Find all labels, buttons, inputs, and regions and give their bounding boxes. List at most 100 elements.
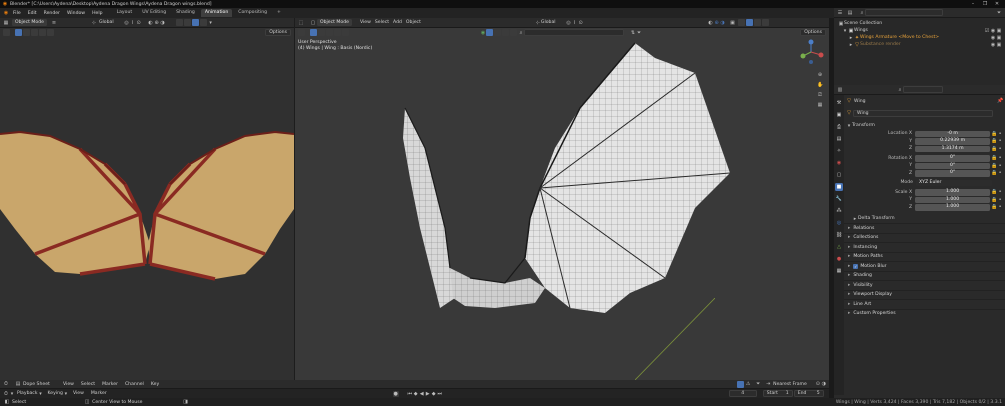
shading-options-icon[interactable]: ▾ <box>208 20 214 26</box>
shading-solid-icon[interactable] <box>183 19 191 26</box>
object-mode-dropdown[interactable]: Object Mode <box>317 19 352 26</box>
menu-view[interactable]: View <box>73 391 84 396</box>
outliner-row-wings[interactable]: ▾ ▣ Wings ☑ ◉ ▣ <box>838 27 1005 34</box>
properties-search-field[interactable] <box>903 86 943 93</box>
menu-help[interactable]: Help <box>92 11 102 16</box>
editor-type-icon[interactable]: ⬚ <box>298 20 304 26</box>
shading-panel[interactable]: ▸ Shading <box>844 270 1005 281</box>
motion-blur-panel[interactable]: ▸ ✓ Motion Blur <box>844 261 1005 271</box>
uv-orientation-dropdown[interactable]: Global <box>99 20 114 25</box>
location-x-field[interactable]: -0 m <box>915 130 991 137</box>
outliner-editor-icon[interactable]: ☰ <box>837 10 843 16</box>
delta-transform-panel[interactable]: ▸ Delta Transform <box>846 214 1003 223</box>
uv-object-mode-dropdown[interactable]: Object Mode <box>12 19 47 26</box>
modifier-tab-icon[interactable]: 🔧 <box>835 195 843 203</box>
outliner-row-armature[interactable]: ▸ ✦ Wings Armature <Move to Chest> ◉ ▣ <box>838 34 1005 41</box>
ortho-toggle-icon[interactable]: ▦ <box>817 102 823 108</box>
motion-blur-checkbox[interactable]: ✓ <box>853 263 859 269</box>
tab-uv-editing[interactable]: UV Editing <box>138 9 170 17</box>
scene-tab-icon[interactable]: ✧ <box>835 147 843 155</box>
menu-object[interactable]: Object <box>406 20 421 25</box>
add-workspace-button[interactable]: + <box>273 9 285 17</box>
keyframe-dot-icon[interactable]: • <box>997 155 1003 161</box>
dopesheet-mode-dropdown[interactable]: Dope Sheet <box>23 382 59 387</box>
select-box-icon[interactable] <box>15 29 22 36</box>
keyframe-dot-icon[interactable]: • <box>997 170 1003 176</box>
visibility-panel[interactable]: ▸ Visibility <box>844 280 1005 290</box>
display-mode-icon[interactable]: ▤ <box>847 10 853 16</box>
location-z-field[interactable]: 1.3174 m <box>915 145 991 152</box>
3d-viewport-area[interactable]: ⬚ ▢ Object Mode View Select Add Object ⊹… <box>295 18 829 380</box>
camera-icon[interactable]: ▣ <box>996 42 1002 48</box>
viewport-search-field[interactable] <box>524 29 624 36</box>
line-art-panel[interactable]: ▸ Line Art <box>844 299 1005 309</box>
outliner-row-scene-collection[interactable]: ▣ Scene Collection <box>838 20 1005 27</box>
timeline-area[interactable]: ⏱ ▤ Dope Sheet View Select Marker Channe… <box>0 380 829 398</box>
only-selected-icon[interactable] <box>737 380 745 388</box>
keyframe-dot-icon[interactable]: • <box>997 131 1003 137</box>
shading-material-icon[interactable] <box>753 19 761 26</box>
editor-type-icon[interactable]: ▦ <box>3 20 9 26</box>
overlay-icon[interactable]: ◑ <box>821 381 827 387</box>
custom-properties-panel[interactable]: ▸ Custom Properties <box>844 308 1005 319</box>
select-invert-icon[interactable] <box>334 29 341 36</box>
snap-mode-dropdown[interactable]: Nearest Frame <box>773 382 807 387</box>
select-extend-icon[interactable] <box>318 29 325 36</box>
frame-start-field[interactable]: Start 1 <box>762 390 793 397</box>
filter-icon[interactable]: ⏷ <box>996 10 1002 16</box>
camera-icon[interactable]: ▣ <box>996 35 1002 41</box>
keyframe-dot-icon[interactable]: • <box>997 146 1003 152</box>
filter-icon[interactable]: ⏷ <box>755 381 761 387</box>
viewport-orientation-dropdown[interactable]: Global <box>541 20 556 25</box>
proportional-icon[interactable]: ⊙ <box>578 20 584 26</box>
scale-y-field[interactable]: 1.000 <box>915 196 991 203</box>
shading-rendered-icon[interactable] <box>761 19 769 26</box>
transform-panel-header[interactable]: ▾ Transform <box>846 121 1003 130</box>
world-tab-icon[interactable]: ◉ <box>835 159 843 167</box>
view-layer-tab-icon[interactable]: ▤ <box>835 135 843 143</box>
properties-area[interactable]: ▥ ⌕ ⚒ ▣ ⎙ ▤ ✧ ◉ ▢ ■ 🔧 ⁂ ◎ ⛓ △ ● ▦ ▽ Wing… <box>834 85 1005 398</box>
texture-tab-icon[interactable]: ▦ <box>835 267 843 275</box>
filter-light-icon[interactable] <box>502 29 509 36</box>
collections-panel[interactable]: ▸ Collections <box>844 232 1005 243</box>
chevron-down-icon[interactable]: ▾ <box>9 391 15 397</box>
close-icon[interactable]: ✕ <box>991 1 1003 7</box>
menu-key[interactable]: Key <box>151 382 159 387</box>
maximize-icon[interactable]: ❐ <box>979 1 991 7</box>
menu-view[interactable]: View <box>63 382 74 387</box>
select-tool-icon[interactable] <box>3 29 10 36</box>
xray-icon[interactable]: ▣ <box>730 20 736 26</box>
menu-edit[interactable]: Edit <box>28 11 37 16</box>
collection-tab-icon[interactable]: ▢ <box>835 171 843 179</box>
pan-hand-icon[interactable]: ✋ <box>817 82 823 88</box>
current-frame-field[interactable]: 4 <box>728 390 757 397</box>
minimize-icon[interactable]: – <box>967 1 979 7</box>
record-icon[interactable]: ● <box>392 390 399 397</box>
menu-marker[interactable]: Marker <box>102 382 118 387</box>
object-tab-icon[interactable]: ■ <box>835 183 843 191</box>
keyframe-dot-icon[interactable]: • <box>997 138 1003 144</box>
filter-curve-icon[interactable] <box>494 29 501 36</box>
select-invert-icon[interactable] <box>39 29 46 36</box>
menu-select[interactable]: Select <box>375 20 389 25</box>
overlay-icon[interactable]: ◑ <box>160 20 166 26</box>
menu-keying[interactable]: Keying <box>48 391 63 396</box>
select-extend-icon[interactable] <box>23 29 30 36</box>
shading-wire-icon[interactable] <box>175 19 183 26</box>
menu-window[interactable]: Window <box>67 11 85 16</box>
physics-tab-icon[interactable]: ◎ <box>835 219 843 227</box>
outliner-search-field[interactable] <box>865 9 943 16</box>
rotation-x-field[interactable]: 0° <box>915 155 991 162</box>
tool-tab-icon[interactable]: ⚒ <box>835 99 843 107</box>
rotation-y-field[interactable]: 0° <box>915 162 991 169</box>
rotation-z-field[interactable]: 0° <box>915 170 991 177</box>
rotation-mode-dropdown[interactable]: XYZ Euler <box>916 179 992 186</box>
menu-view[interactable]: View <box>360 20 371 25</box>
filter-icon[interactable]: ⏷ <box>636 30 642 36</box>
tab-layout[interactable]: Layout <box>113 9 137 17</box>
jump-end-icon[interactable]: ⏭ <box>437 391 443 397</box>
render-tab-icon[interactable]: ▣ <box>835 111 843 119</box>
overlay-icon[interactable]: ◑ <box>720 20 726 26</box>
uv-options-button[interactable]: Options <box>265 29 291 36</box>
viewport-display-panel[interactable]: ▸ Viewport Display <box>844 289 1005 300</box>
